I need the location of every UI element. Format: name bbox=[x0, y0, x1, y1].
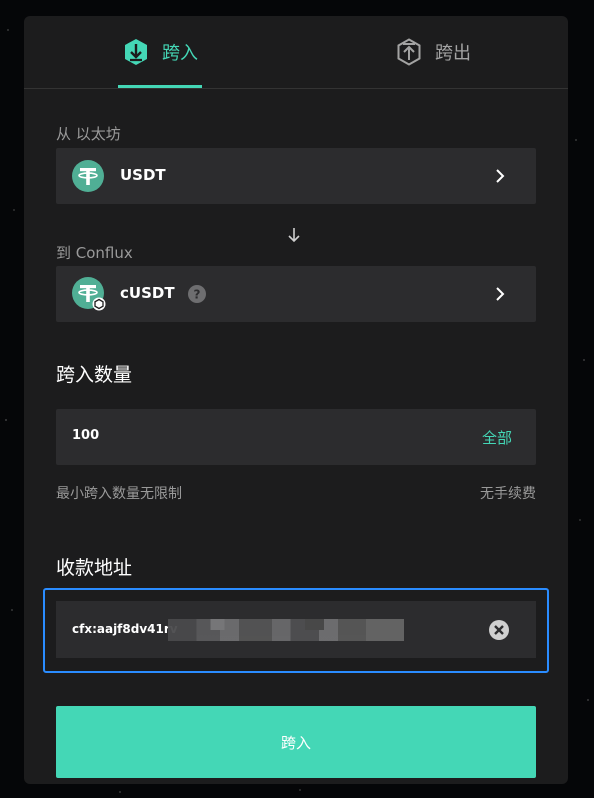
to-token-selector[interactable]: cUSDT ? bbox=[56, 266, 536, 322]
from-token-name: USDT bbox=[120, 166, 166, 184]
tab-bar: 跨入 跨出 bbox=[24, 16, 568, 89]
amount-title: 跨入数量 bbox=[56, 364, 133, 386]
cross-chain-panel: 跨入 跨出 从 以太坊 USDT 到 Conflux cUSDT ? 跨入数量 … bbox=[24, 16, 568, 784]
fee-hint: 无手续费 bbox=[480, 486, 536, 502]
chevron-right-icon bbox=[496, 169, 505, 183]
address-input[interactable]: cfx:aajf8dv41rv bbox=[56, 601, 536, 658]
svg-text:?: ? bbox=[194, 288, 201, 302]
cross-in-submit-button[interactable]: 跨入 bbox=[56, 706, 536, 778]
arrow-down-icon bbox=[288, 228, 300, 243]
tab-cross-in-label: 跨入 bbox=[162, 43, 198, 64]
chevron-right-icon bbox=[496, 287, 505, 301]
amount-value: 100 bbox=[72, 428, 100, 443]
tab-cross-in[interactable]: 跨入 bbox=[118, 16, 202, 88]
cusdt-token-icon bbox=[72, 277, 106, 311]
from-token-selector[interactable]: USDT bbox=[56, 148, 536, 204]
address-field-focus-ring: cfx:aajf8dv41rv bbox=[43, 588, 549, 673]
min-amount-hint: 最小跨入数量无限制 bbox=[56, 486, 182, 502]
arrow-out-icon bbox=[397, 38, 421, 66]
amount-input[interactable]: 100 全部 bbox=[56, 409, 536, 465]
from-chain-label: 从 以太坊 bbox=[56, 125, 121, 143]
to-chain-label: 到 Conflux bbox=[56, 244, 133, 262]
tab-cross-out-label: 跨出 bbox=[435, 43, 471, 64]
arrow-in-icon bbox=[125, 39, 147, 65]
redacted-address-blur bbox=[168, 619, 404, 641]
address-title: 收款地址 bbox=[56, 557, 133, 579]
usdt-token-icon bbox=[72, 160, 104, 192]
clear-icon[interactable] bbox=[488, 619, 510, 641]
max-amount-button[interactable]: 全部 bbox=[482, 427, 512, 448]
to-token-name: cUSDT bbox=[120, 284, 175, 302]
question-help-icon[interactable]: ? bbox=[188, 285, 206, 303]
address-value: cfx:aajf8dv41rv bbox=[72, 622, 178, 636]
active-tab-indicator bbox=[118, 85, 202, 88]
tab-cross-out[interactable]: 跨出 bbox=[388, 16, 478, 88]
